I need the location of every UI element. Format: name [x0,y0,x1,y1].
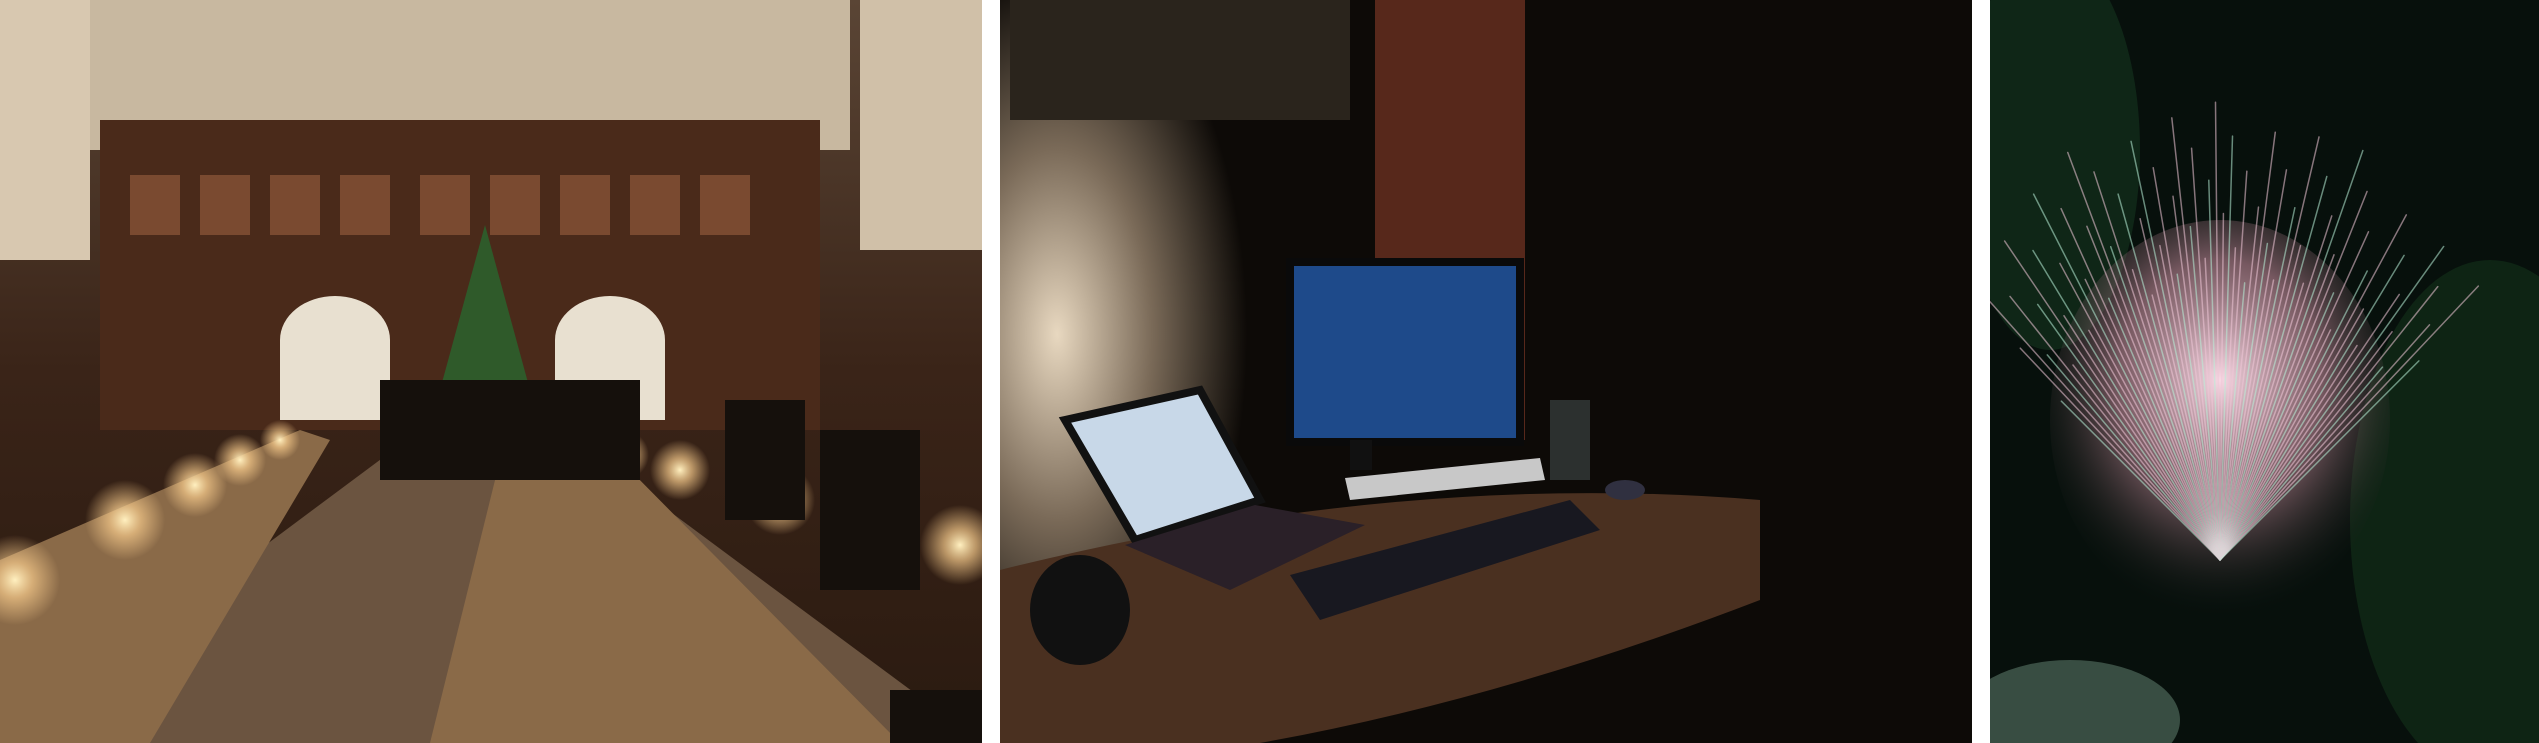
fireworks-image [1990,0,2539,743]
photo-fireworks [1990,0,2539,743]
dining-hall-image [0,0,982,743]
desk-setup-image [1000,0,1972,743]
photo-dining-hall [0,0,982,743]
photo-desk-setup [1000,0,1972,743]
